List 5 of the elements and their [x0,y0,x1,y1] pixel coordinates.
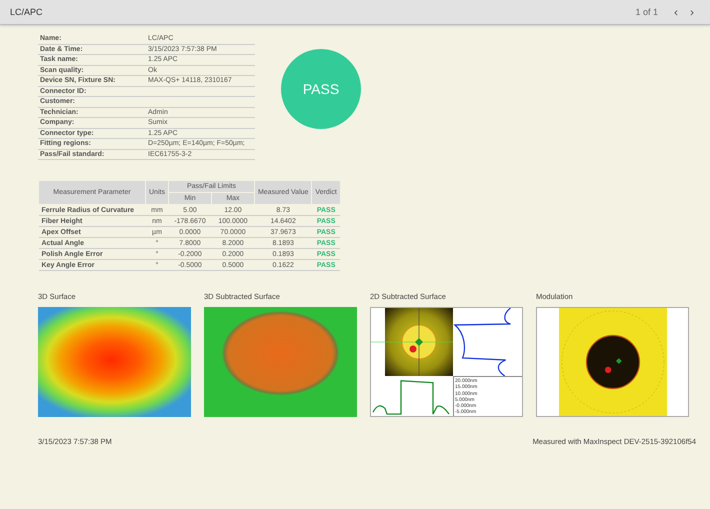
page-indicator: 1 of 1 [635,7,658,17]
next-page-button[interactable]: › [684,5,700,19]
report-title: LC/APC [10,7,44,17]
previous-page-button[interactable]: ‹ [668,5,684,19]
verdict-badge: PASS [281,49,361,129]
